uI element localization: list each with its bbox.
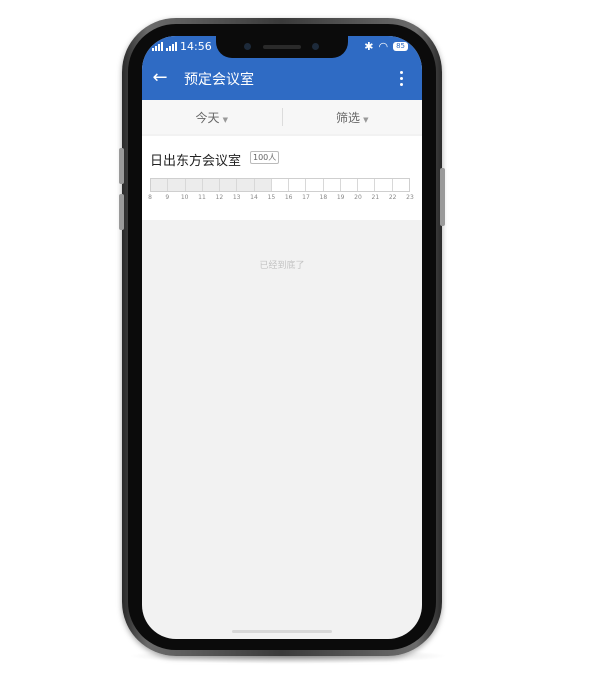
- home-indicator: [232, 630, 332, 633]
- caret-down-icon: ▼: [363, 115, 369, 124]
- sensor-icon: [312, 43, 319, 50]
- bluetooth-icon: ✱: [364, 40, 374, 53]
- hour-label: 20: [354, 194, 362, 201]
- page-title: 预定会议室: [184, 72, 254, 88]
- status-left: 14:56: [152, 40, 212, 53]
- phone-frame: 14:56 ✱ ◠ 85 ← 预定会议室 今天 ▼ 筛选 ▼ 日出东方会议室 1…: [119, 18, 445, 656]
- hour-label: 22: [388, 194, 397, 201]
- timeline-slot[interactable]: [358, 179, 376, 191]
- battery-icon: 85: [393, 42, 408, 51]
- speaker-grille: [263, 45, 301, 49]
- signal-icon: [152, 42, 163, 51]
- hour-label: 13: [232, 194, 241, 201]
- hour-label: 19: [336, 194, 345, 201]
- timeline-slot[interactable]: [254, 179, 272, 191]
- side-button-volume-up: [119, 148, 124, 184]
- timeline-slot[interactable]: [375, 179, 393, 191]
- hour-label: 9: [165, 194, 170, 201]
- camera-icon: [244, 43, 251, 50]
- hour-label: 17: [302, 194, 310, 201]
- timeline-slot[interactable]: [306, 179, 324, 191]
- hour-label: 23: [406, 194, 414, 201]
- more-options-icon[interactable]: [394, 66, 408, 90]
- date-filter-label: 今天: [195, 110, 220, 125]
- hour-label: 21: [371, 194, 380, 201]
- timeline-slot[interactable]: [393, 179, 409, 191]
- timeline-slot[interactable]: [220, 179, 238, 191]
- camera-notch: [216, 36, 348, 58]
- timeline-slot[interactable]: [272, 179, 290, 191]
- timeline-slot[interactable]: [185, 179, 203, 191]
- filter-bar: 今天 ▼ 筛选 ▼: [142, 100, 422, 134]
- caret-down-icon: ▼: [222, 115, 228, 124]
- phone-screen: 14:56 ✱ ◠ 85 ← 预定会议室 今天 ▼ 筛选 ▼ 日出东方会议室 1…: [142, 36, 422, 639]
- hour-label: 12: [215, 194, 224, 201]
- app-bar: ← 预定会议室: [142, 56, 422, 100]
- timeline-hour-labels: 8 9 10 11 12 13 14 15 16 17 18 19 20 21 22 23: [148, 194, 414, 204]
- wifi-icon: ◠: [378, 40, 389, 53]
- hour-label: 15: [267, 194, 276, 201]
- room-timeline[interactable]: [150, 178, 410, 192]
- timeline-slot[interactable]: [151, 179, 169, 191]
- side-button-volume-down: [119, 194, 124, 230]
- date-filter-dropdown[interactable]: 今天 ▼: [142, 109, 282, 126]
- hour-label: 10: [180, 194, 189, 201]
- room-name: 日出东方会议室: [150, 154, 242, 169]
- list-end-text: 已经到底了: [259, 261, 305, 271]
- filter-dropdown[interactable]: 筛选 ▼: [283, 109, 423, 126]
- side-button-power: [440, 168, 445, 226]
- status-time: 14:56: [180, 40, 212, 53]
- timeline-slot[interactable]: [289, 179, 307, 191]
- signal-icon-2: [166, 42, 177, 51]
- hour-label: 16: [284, 194, 293, 201]
- hour-label: 11: [198, 194, 206, 201]
- timeline-slot[interactable]: [168, 179, 186, 191]
- back-arrow-icon[interactable]: ←: [148, 66, 172, 90]
- room-capacity-badge: 100人: [250, 151, 280, 164]
- timeline-slot[interactable]: [237, 179, 255, 191]
- hour-label: 14: [250, 194, 258, 201]
- timeline-slot[interactable]: [324, 179, 341, 191]
- status-right: ✱ ◠ 85: [364, 40, 408, 53]
- hour-label: 8: [148, 194, 152, 201]
- timeline-slot[interactable]: [341, 179, 359, 191]
- filter-label: 筛选: [336, 110, 361, 125]
- room-card[interactable]: 日出东方会议室 100人 8 9 10 11 12 13 14 15 16 17 18 19 20 21 2…: [142, 136, 422, 220]
- timeline-slot[interactable]: [202, 179, 221, 191]
- hour-label: 18: [319, 194, 328, 201]
